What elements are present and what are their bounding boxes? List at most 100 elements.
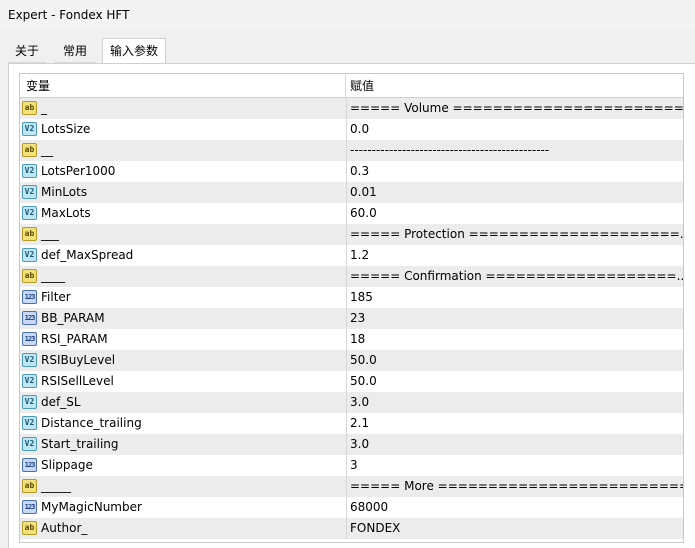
variable-cell[interactable]: ab _ (20, 98, 347, 119)
variable-cell[interactable]: ab ___ (20, 224, 347, 245)
table-row[interactable]: V2 RSISellLevel 50.0 (20, 371, 683, 392)
value-cell[interactable]: ===== Confirmation ===================..… (347, 266, 683, 287)
value-cell[interactable]: 3.0 (347, 392, 683, 413)
double-type-icon: V2 (22, 122, 37, 136)
value-cell[interactable]: 50.0 (347, 371, 683, 392)
value-cell[interactable]: 0.01 (347, 182, 683, 203)
variable-name: ____ (41, 269, 65, 283)
variable-name: _ (41, 101, 47, 115)
variable-cell[interactable]: V2 RSIBuyLevel (20, 350, 347, 371)
variable-cell[interactable]: 123 BB_PARAM (20, 308, 347, 329)
double-type-icon: V2 (22, 374, 37, 388)
window-titlebar: Expert - Fondex HFT (0, 0, 695, 30)
variable-name: RSISellLevel (41, 374, 114, 388)
string-type-icon: ab (22, 143, 37, 157)
variable-name: MaxLots (41, 206, 91, 220)
tab-common[interactable]: 常用 (54, 40, 96, 63)
string-type-icon: ab (22, 269, 37, 283)
table-row[interactable]: ab _____ ===== More ======================… (20, 476, 683, 497)
table-row[interactable]: ab ____ ===== Confirmation ===============… (20, 266, 683, 287)
table-row[interactable]: V2 def_SL 3.0 (20, 392, 683, 413)
value-cell[interactable]: 0.0 (347, 119, 683, 140)
table-row[interactable]: ab _ ===== Volume =======================.… (20, 98, 683, 119)
value-cell[interactable]: 60.0 (347, 203, 683, 224)
variable-name: LotsSize (41, 122, 91, 136)
value-cell[interactable]: 68000 (347, 497, 683, 518)
variable-name: ___ (41, 227, 59, 241)
variable-cell[interactable]: 123 MyMagicNumber (20, 497, 347, 518)
header-variable[interactable]: 变量 (20, 74, 346, 97)
variable-cell[interactable]: V2 LotsPer1000 (20, 161, 347, 182)
variable-cell[interactable]: V2 RSISellLevel (20, 371, 347, 392)
integer-type-icon: 123 (22, 332, 37, 346)
table-row[interactable]: V2 MaxLots 60.0 (20, 203, 683, 224)
value-cell[interactable]: 18 (347, 329, 683, 350)
table-row[interactable]: V2 MinLots 0.01 (20, 182, 683, 203)
tab-about[interactable]: 关于 (8, 40, 46, 63)
integer-type-icon: 123 (22, 458, 37, 472)
parameters-panel: 变量 赋值 ab _ ===== Volume ==================… (8, 63, 695, 548)
table-row[interactable]: ab Author_ FONDEX (20, 518, 683, 539)
table-row[interactable]: ab __ ------------------------------------… (20, 140, 683, 161)
variable-cell[interactable]: V2 Distance_trailing (20, 413, 347, 434)
value-cell[interactable]: FONDEX (347, 518, 683, 539)
variable-cell[interactable]: 123 RSI_PARAM (20, 329, 347, 350)
table-row[interactable]: V2 def_MaxSpread 1.2 (20, 245, 683, 266)
variable-name: MyMagicNumber (41, 500, 142, 514)
value-cell[interactable]: 3 (347, 455, 683, 476)
variable-name: def_MaxSpread (41, 248, 134, 262)
value-cell[interactable]: 50.0 (347, 350, 683, 371)
variable-name: def_SL (41, 395, 81, 409)
table-row[interactable]: 123 BB_PARAM 23 (20, 308, 683, 329)
value-cell[interactable]: 3.0 (347, 434, 683, 455)
value-cell[interactable]: 0.3 (347, 161, 683, 182)
double-type-icon: V2 (22, 395, 37, 409)
variable-name: Slippage (41, 458, 93, 472)
value-cell[interactable]: ===== Volume =======================... (347, 98, 683, 119)
double-type-icon: V2 (22, 206, 37, 220)
variable-cell[interactable]: ab ____ (20, 266, 347, 287)
variable-cell[interactable]: V2 Start_trailing (20, 434, 347, 455)
variable-name: __ (41, 143, 53, 157)
variable-cell[interactable]: 123 Filter (20, 287, 347, 308)
table-row[interactable]: 123 RSI_PARAM 18 (20, 329, 683, 350)
variable-cell[interactable]: 123 Slippage (20, 455, 347, 476)
grid-header: 变量 赋值 (20, 74, 683, 98)
table-row[interactable]: ab ___ ===== Protection ==================… (20, 224, 683, 245)
table-row[interactable]: 123 MyMagicNumber 68000 (20, 497, 683, 518)
value-cell[interactable]: ===== Protection =====================..… (347, 224, 683, 245)
string-type-icon: ab (22, 521, 37, 535)
variable-name: Start_trailing (41, 437, 119, 451)
value-cell[interactable]: 1.2 (347, 245, 683, 266)
variable-cell[interactable]: V2 def_MaxSpread (20, 245, 347, 266)
value-cell[interactable]: ----------------------------------------… (347, 140, 683, 161)
integer-type-icon: 123 (22, 500, 37, 514)
table-row[interactable]: V2 Start_trailing 3.0 (20, 434, 683, 455)
variable-name: _____ (41, 479, 71, 493)
table-row[interactable]: V2 RSIBuyLevel 50.0 (20, 350, 683, 371)
variable-cell[interactable]: V2 LotsSize (20, 119, 347, 140)
variable-cell[interactable]: V2 MaxLots (20, 203, 347, 224)
variable-name: Filter (41, 290, 71, 304)
value-cell[interactable]: 2.1 (347, 413, 683, 434)
value-cell[interactable]: ===== More ==========================... (347, 476, 683, 497)
table-row[interactable]: V2 LotsSize 0.0 (20, 119, 683, 140)
value-cell[interactable]: 185 (347, 287, 683, 308)
variable-cell[interactable]: ab _____ (20, 476, 347, 497)
string-type-icon: ab (22, 479, 37, 493)
table-row[interactable]: V2 LotsPer1000 0.3 (20, 161, 683, 182)
table-row[interactable]: 123 Slippage 3 (20, 455, 683, 476)
double-type-icon: V2 (22, 353, 37, 367)
table-row[interactable]: 123 Filter 185 (20, 287, 683, 308)
variable-cell[interactable]: ab Author_ (20, 518, 347, 539)
variable-cell[interactable]: V2 def_SL (20, 392, 347, 413)
tab-input-parameters[interactable]: 输入参数 (102, 38, 166, 64)
variable-cell[interactable]: ab __ (20, 140, 347, 161)
variable-cell[interactable]: V2 MinLots (20, 182, 347, 203)
double-type-icon: V2 (22, 416, 37, 430)
double-type-icon: V2 (22, 248, 37, 262)
parameters-grid: 变量 赋值 ab _ ===== Volume ==================… (19, 73, 684, 543)
table-row[interactable]: V2 Distance_trailing 2.1 (20, 413, 683, 434)
value-cell[interactable]: 23 (347, 308, 683, 329)
header-value[interactable]: 赋值 (347, 74, 683, 97)
